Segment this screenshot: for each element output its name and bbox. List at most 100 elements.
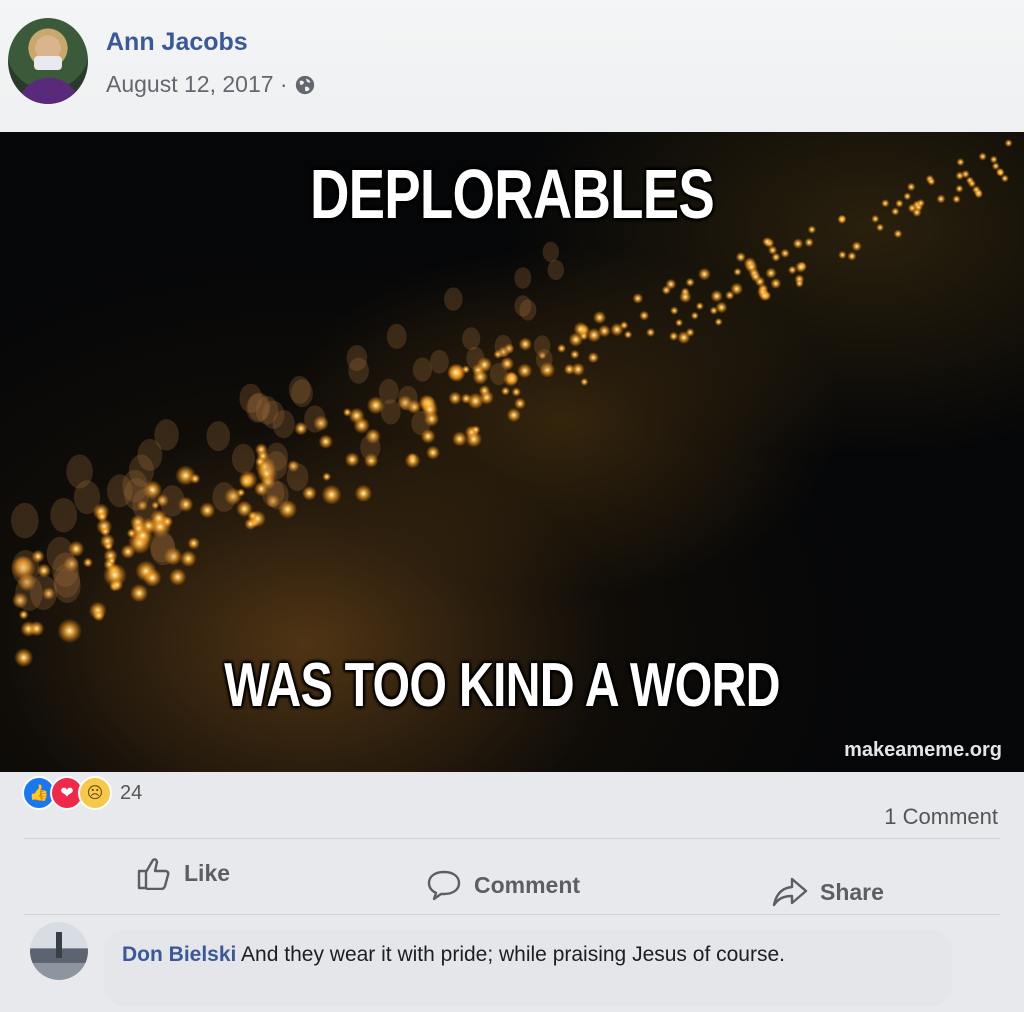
torch-glow (646, 327, 656, 337)
torch-glow (847, 251, 857, 261)
person-silhouette (536, 349, 553, 370)
speech-bubble-icon (427, 870, 461, 901)
torch-glow (131, 520, 147, 536)
torch-glow (180, 550, 197, 567)
torch-glow (733, 267, 742, 276)
torch-glow (804, 237, 814, 248)
torch-glow (619, 321, 629, 330)
torch-glow (92, 609, 105, 622)
torch-glow (685, 327, 695, 337)
torch-glow (354, 484, 373, 503)
torch-glow (318, 434, 333, 449)
torch-glow (927, 177, 936, 186)
meme-watermark: makeameme.org (844, 739, 1002, 761)
torch-glow (955, 171, 965, 181)
torch-glow (518, 337, 532, 351)
post-date[interactable]: August 12, 2017 · (106, 71, 288, 98)
meme-bottom-caption: WAS TOO KIND A WORD (224, 651, 780, 720)
person-silhouette (466, 346, 485, 370)
torch-glow (249, 510, 266, 528)
torch-glow (675, 318, 684, 327)
torch-glow (623, 330, 633, 339)
comment-button[interactable]: Comment (426, 868, 580, 902)
person-silhouette (444, 287, 463, 311)
person-silhouette (288, 376, 311, 404)
share-button[interactable]: Share (772, 876, 884, 908)
comment-label: Comment (474, 871, 581, 898)
person-silhouette (398, 385, 418, 411)
torch-glow (129, 583, 149, 603)
person-silhouette (212, 482, 236, 512)
post-action-bar: Like Comment Share (0, 852, 1024, 912)
torch-glow (795, 279, 804, 288)
torch-glow (758, 289, 770, 302)
person-silhouette (514, 267, 532, 289)
torch-glow (974, 188, 983, 197)
torch-glow (715, 301, 728, 314)
torch-glow (426, 445, 440, 460)
torch-glow (586, 327, 602, 343)
globe-icon[interactable] (294, 74, 316, 96)
person-silhouette (53, 568, 81, 604)
like-label: Like (184, 859, 231, 886)
torch-glow (989, 155, 998, 164)
comment-count-link[interactable]: 1 Comment (884, 804, 998, 830)
torch-glow (765, 267, 777, 279)
torch-glow (199, 502, 216, 519)
torch-glow (143, 568, 162, 587)
torch-glow (472, 369, 489, 385)
torch-glow (82, 557, 93, 568)
torch-glow (587, 352, 599, 364)
torch-glow (120, 544, 136, 559)
torch-glow (762, 236, 772, 247)
person-silhouette (489, 363, 508, 385)
torch-glow (792, 238, 804, 249)
torch-glow (514, 397, 526, 410)
torch-glow (593, 310, 607, 325)
comment-author-name[interactable]: Don Bielski (122, 943, 236, 966)
person-silhouette (514, 295, 532, 317)
person-silhouette (231, 443, 255, 474)
person-silhouette (46, 536, 74, 572)
person-silhouette (286, 463, 309, 491)
person-silhouette (50, 498, 78, 533)
torch-glow (580, 377, 589, 386)
torch-glow (695, 302, 704, 311)
person-silhouette (160, 485, 185, 517)
torch-glow (639, 310, 650, 321)
share-label: Share (820, 878, 884, 905)
torch-glow (236, 488, 246, 497)
person-silhouette (386, 323, 407, 349)
torch-glow (187, 537, 200, 550)
torch-glow (517, 363, 533, 379)
share-arrow-icon (772, 877, 808, 907)
person-silhouette (206, 421, 231, 452)
torch-glow (661, 285, 671, 295)
torch-glow (110, 578, 124, 592)
torch-glow (735, 252, 746, 263)
torch-glow (679, 290, 692, 304)
torch-glow (501, 386, 510, 396)
person-silhouette (255, 396, 279, 425)
torch-glow (14, 648, 34, 668)
person-silhouette (346, 345, 368, 371)
person-silhouette (412, 357, 432, 382)
torch-glow (632, 293, 644, 304)
person-silhouette (10, 502, 39, 539)
person-silhouette (494, 334, 512, 357)
torch-glow (851, 241, 862, 252)
post-author-name[interactable]: Ann Jacobs (106, 28, 248, 57)
like-button[interactable]: Like (136, 856, 230, 890)
torch-glow (471, 425, 481, 435)
commenter-avatar[interactable] (30, 922, 88, 980)
reaction-summary[interactable]: 👍 ❤ ☹ 24 (22, 776, 142, 810)
torch-glow (511, 387, 521, 397)
thumbs-up-icon (137, 858, 170, 890)
author-avatar[interactable] (8, 18, 88, 104)
torch-glow (28, 620, 45, 637)
post-meta: August 12, 2017 · (106, 71, 316, 98)
meme-image[interactable]: DEPLORABLES WAS TOO KIND A WORD makeamem… (0, 132, 1024, 772)
avatar-spire (56, 932, 62, 958)
person-silhouette (137, 438, 163, 471)
person-silhouette (380, 399, 401, 425)
